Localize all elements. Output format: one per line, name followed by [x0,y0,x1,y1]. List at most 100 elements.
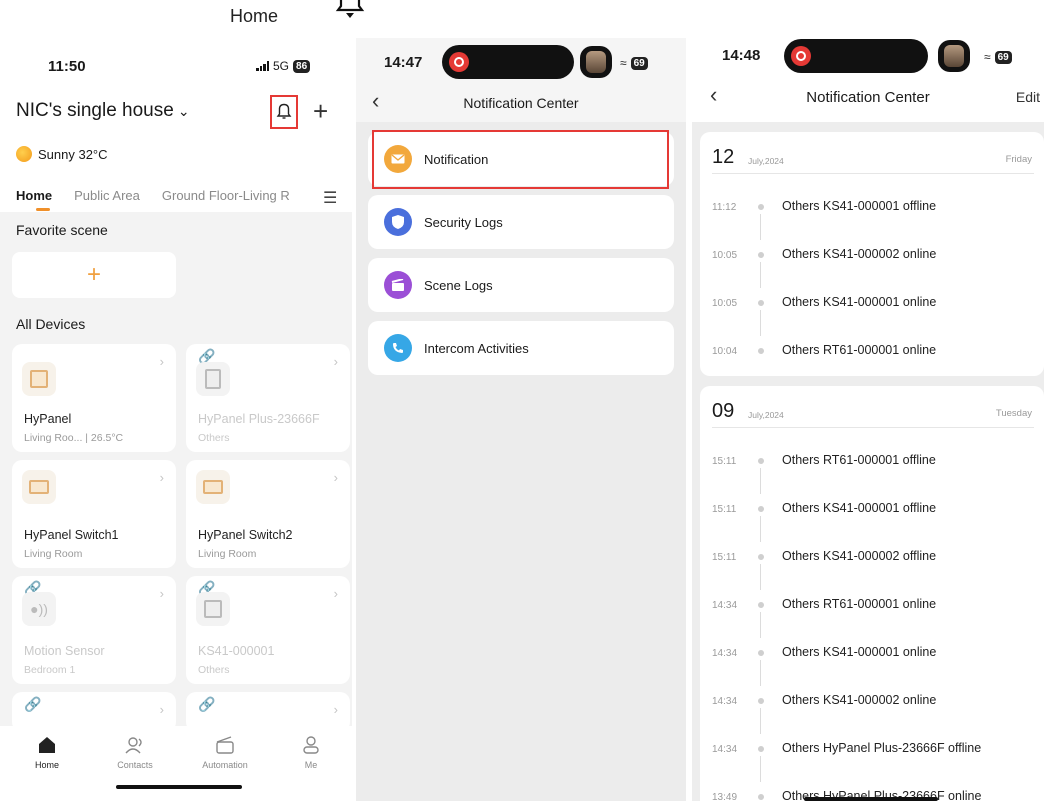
signal-icon [256,61,269,71]
timeline-line [760,708,761,734]
list-item[interactable]: 14:34 Others KS41-000002 online [712,693,1042,744]
category-security-logs[interactable]: Security Logs [368,195,674,249]
battery-badge: 86 [293,59,311,73]
record-icon [449,52,469,72]
motion-sensor-icon: ●)) [22,592,56,626]
tab-home[interactable]: Home [16,188,52,211]
dynamic-island [784,39,928,73]
timeline-dot [758,300,764,306]
nav-automation[interactable]: Automation [190,736,260,770]
timeline-dot [758,458,764,464]
status-bar-right: 5G 86 [256,59,311,73]
offline-link-icon: 🔗 [198,696,216,712]
date-day: 09 [712,400,735,422]
favorite-scene-label: Favorite scene [16,222,108,238]
device-room: Living Room [24,548,83,560]
list-item[interactable]: 15:11 Others RT61-000001 offline [712,453,1042,504]
date-group: 09 July,2024 Tuesday 15:11 Others RT61-0… [700,386,1044,801]
chevron-down-icon: ⌄ [177,103,190,119]
nav-contacts-label: Contacts [117,760,153,770]
panel-icon [22,362,56,396]
list-item[interactable]: 14:34 Others HyPanel Plus-23666F offline [712,741,1042,792]
date-header: 12 July,2024 Friday [712,144,1034,174]
date-header: 09 July,2024 Tuesday [712,398,1034,428]
nav-me[interactable]: Me [276,736,346,770]
timeline-line [760,612,761,638]
timeline-dot [758,650,764,656]
device-card[interactable]: › HyPanel Living Roo... | 26.5°C [12,344,176,452]
notification-bell-button[interactable] [270,95,298,129]
entry-time: 14:34 [712,744,738,755]
chevron-right-icon: › [159,470,164,485]
avatar [580,46,612,78]
list-item[interactable]: 15:11 Others KS41-000002 offline [712,549,1042,600]
tab-public-area[interactable]: Public Area [74,188,140,203]
nav-home[interactable]: Home [12,736,82,770]
highlight-box [372,130,669,189]
panel-plus-icon [196,362,230,396]
entry-time: 10:05 [712,250,738,261]
device-card[interactable]: › HyPanel Switch1 Living Room [12,460,176,568]
status-time: 14:47 [384,54,423,71]
chevron-right-icon: › [159,702,164,717]
entry-message: Others KS41-000001 online [782,645,937,659]
device-name: HyPanel [24,412,72,426]
entry-message: Others KS41-000002 online [782,247,937,261]
device-room: Living Roo... | 26.5°C [24,432,124,444]
timeline-dot [758,698,764,704]
category-intercom-activities[interactable]: Intercom Activities [368,321,674,375]
list-item[interactable]: 14:34 Others KS41-000001 online [712,645,1042,696]
device-card[interactable]: 🔗 › HyPanel Plus-23666F Others [186,344,350,452]
tab-ground-floor[interactable]: Ground Floor-Living R [162,188,290,203]
list-item[interactable]: 14:34 Others RT61-000001 online [712,597,1042,648]
house-selector[interactable]: NIC's single house ⌄ [16,100,190,122]
device-card[interactable]: 🔗 › KS41-000001 Others [186,576,350,684]
entry-message: Others HyPanel Plus-23666F offline [782,741,982,755]
entry-time: 13:49 [712,792,738,801]
entry-message: Others RT61-000001 online [782,597,937,611]
tab-menu-icon[interactable]: ☰ [323,188,337,208]
device-card[interactable]: 🔗 ●)) › Motion Sensor Bedroom 1 [12,576,176,684]
sun-icon [16,146,32,162]
timeline-line [760,756,761,782]
chevron-right-icon: › [159,586,164,601]
entry-message: Others KS41-000002 online [782,693,937,707]
entry-time: 11:12 [712,202,737,213]
entry-time: 15:11 [712,552,737,563]
all-devices-label: All Devices [16,316,86,332]
timeline-line [760,660,761,686]
timeline-dot [758,252,764,258]
chevron-right-icon: › [333,354,338,369]
category-scene-logs[interactable]: Scene Logs [368,258,674,312]
list-item[interactable]: 11:12 Others KS41-000001 offline [712,199,1042,250]
offline-link-icon: 🔗 [24,696,42,712]
timeline-line [760,262,761,288]
dynamic-island [442,45,574,79]
bottom-nav: Home Contacts Automation Me [0,726,352,801]
entry-message: Others KS41-000002 offline [782,549,937,563]
timeline-line [760,516,761,542]
list-item[interactable]: 10:05 Others KS41-000001 online [712,295,1042,346]
device-name: HyPanel Switch2 [198,528,293,542]
add-scene-card[interactable]: + [12,252,176,298]
timeline-dot [758,554,764,560]
avatar [938,40,970,72]
timeline-dot [758,746,764,752]
phone-icon [384,334,412,362]
list-item[interactable]: 15:11 Others KS41-000001 offline [712,501,1042,552]
wifi-icon: ≈ [620,56,627,70]
chevron-right-icon: › [333,586,338,601]
timeline-dot [758,348,764,354]
edit-button[interactable]: Edit [1016,89,1040,105]
date-weekday: Tuesday [995,408,1032,419]
date-month: July,2024 [748,156,784,166]
date-weekday: Friday [1005,154,1032,165]
timeline-line [760,310,761,336]
automation-icon [216,736,234,754]
add-button[interactable]: + [313,98,328,124]
nav-contacts[interactable]: Contacts [100,736,170,770]
status-time: 11:50 [48,58,86,75]
device-card[interactable]: › HyPanel Switch2 Living Room [186,460,350,568]
list-item[interactable]: 10:05 Others KS41-000002 online [712,247,1042,298]
entry-message: Others KS41-000001 online [782,295,937,309]
